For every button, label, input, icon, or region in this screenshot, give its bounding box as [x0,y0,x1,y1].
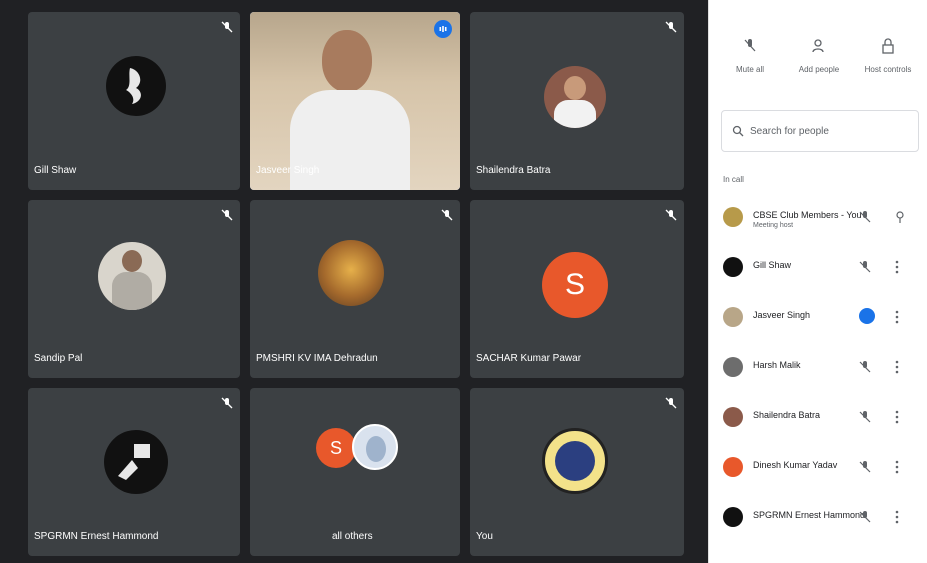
participant-tile[interactable]: Sandip Pal [28,200,240,378]
people-panel: Mute all Add people Host controls Search… [708,0,927,563]
more-options-icon[interactable] [895,409,899,425]
host-controls-button[interactable]: Host controls [853,38,923,74]
meet-window: Gill Shaw Jasveer Singh Shailendra Batra [0,0,927,563]
avatar [98,242,166,310]
participant-row-role: Meeting host [753,222,794,229]
participant-tile[interactable]: Gill Shaw [28,12,240,190]
avatar [723,507,743,527]
more-options-icon[interactable] [895,359,899,375]
mic-off-icon[interactable] [859,260,871,274]
participant-name: PMSHRI KV IMA Dehradun [256,353,378,364]
participant-name: Gill Shaw [34,165,77,176]
avatar [106,56,166,116]
participant-row[interactable]: Gill Shaw [709,248,927,298]
participant-row[interactable]: Dinesh Kumar Yadav [709,448,927,498]
add-people-button[interactable]: Add people [784,38,854,74]
avatar [723,407,743,427]
more-options-icon[interactable] [895,309,899,325]
mic-off-icon[interactable] [859,360,871,374]
participant-row[interactable]: Shailendra Batra [709,398,927,448]
speaking-indicator-icon [859,308,875,324]
participant-tile-self[interactable]: You [470,388,684,556]
mic-off-icon [221,397,233,409]
participant-row[interactable]: SPGRMN Ernest Hammond [709,498,927,548]
video-grid: Gill Shaw Jasveer Singh Shailendra Batra [0,0,708,563]
participant-name: all others [332,531,373,542]
mic-off-icon [441,209,453,221]
participant-tile-active[interactable]: Jasveer Singh [250,12,460,190]
mic-off-icon [665,397,677,409]
avatar [352,424,398,470]
participant-name: Sandip Pal [34,353,83,364]
participant-row-name: Gill Shaw [753,260,792,270]
more-options-icon[interactable] [895,509,899,525]
participant-name: You [476,531,493,542]
mic-off-icon[interactable] [859,460,871,474]
mic-off-icon[interactable] [859,510,871,524]
avatar-initial: S [542,252,608,318]
mic-off-icon[interactable] [859,410,871,424]
participant-tile-others[interactable]: S all others [250,388,460,556]
participant-tile[interactable]: SPGRMN Ernest Hammond [28,388,240,556]
avatar [723,257,743,277]
more-options-icon[interactable] [895,259,899,275]
mic-off-icon [744,39,756,52]
mic-off-icon [665,21,677,33]
search-placeholder: Search for people [750,125,829,137]
avatar [104,430,168,494]
more-options-icon[interactable] [895,459,899,475]
lock-icon [882,38,894,54]
avatar [544,66,606,128]
participant-row[interactable]: Harsh Malik [709,348,927,398]
avatar [723,457,743,477]
search-people-input[interactable]: Search for people [721,110,919,152]
search-icon [732,125,744,137]
participant-row-name: SPGRMN Ernest Hammond [753,510,866,520]
participant-row-name: Harsh Malik [753,360,801,370]
add-person-icon [812,39,824,53]
section-label: In call [723,175,744,184]
participant-name: Jasveer Singh [256,165,320,176]
participant-row-name: CBSE Club Members - You [753,210,862,220]
mic-off-icon [221,209,233,221]
participant-row[interactable]: CBSE Club Members - You Meeting host [709,198,927,248]
participant-name: SPGRMN Ernest Hammond [34,531,159,542]
pin-icon[interactable] [895,210,905,224]
participant-row-name: Dinesh Kumar Yadav [753,460,838,470]
participant-tile[interactable]: PMSHRI KV IMA Dehradun [250,200,460,378]
participant-tile[interactable]: S SACHAR Kumar Pawar [470,200,684,378]
school-logo-avatar [542,428,608,494]
avatar-letter: S [329,437,342,458]
avatar-letter: S [564,268,585,301]
participant-row-name: Jasveer Singh [753,310,811,320]
avatar [723,207,743,227]
mic-off-icon [221,21,233,33]
participant-name: SACHAR Kumar Pawar [476,353,582,364]
mute-all-button[interactable]: Mute all [715,38,785,74]
speaking-indicator-icon [434,20,452,38]
avatar [318,240,384,306]
mic-off-icon[interactable] [859,210,871,224]
avatar [723,307,743,327]
avatar [723,357,743,377]
participant-row-name: Shailendra Batra [753,410,821,420]
person-head [322,30,372,92]
participant-row[interactable]: Jasveer Singh [709,298,927,348]
avatar-initial: S [316,428,356,468]
mic-off-icon [665,209,677,221]
participant-name: Shailendra Batra [476,165,551,176]
participant-tile[interactable]: Shailendra Batra [470,12,684,190]
